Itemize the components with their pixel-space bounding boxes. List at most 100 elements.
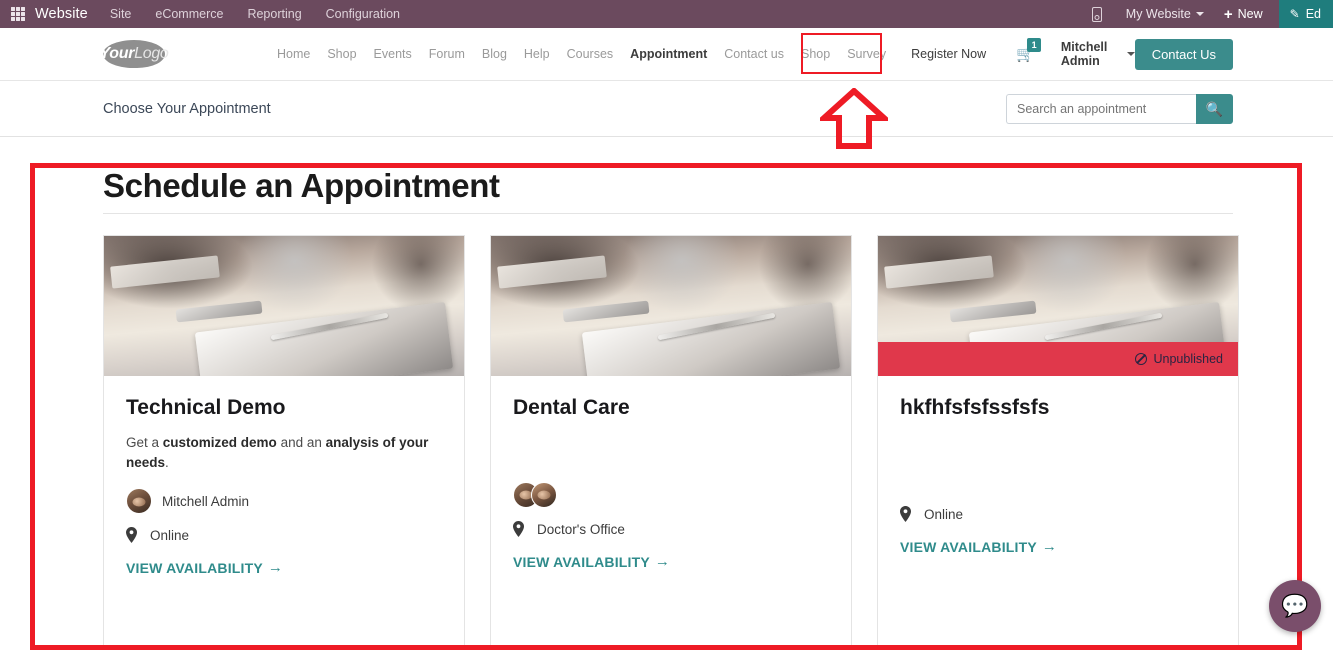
nav-item-appointment[interactable]: Appointment (630, 47, 707, 61)
appointment-search-group: 🔍 (1006, 94, 1233, 124)
nav-item-events[interactable]: Events (374, 47, 412, 61)
card-image: Unpublished (878, 236, 1238, 376)
card-description: Get a customized demo and an analysis of… (126, 433, 442, 472)
menu-configuration[interactable]: Configuration (326, 7, 400, 21)
appointment-subheader: Choose Your Appointment 🔍 (0, 82, 1333, 137)
nav-item-forum[interactable]: Forum (429, 47, 465, 61)
new-button-label: New (1237, 7, 1263, 21)
cart-button[interactable]: 🛒 1 (1016, 38, 1042, 63)
card-body: Dental Care Doctor's Office VIEW AVAILAB… (491, 376, 851, 649)
edit-button-label: Ed (1305, 7, 1321, 21)
chevron-down-icon[interactable] (1195, 12, 1204, 16)
view-availability-link[interactable]: VIEW AVAILABILITY → (126, 559, 442, 576)
nav-item-shop-2[interactable]: Shop (801, 47, 830, 61)
apps-grid-icon[interactable] (11, 7, 25, 21)
app-name[interactable]: Website (35, 6, 88, 22)
search-button[interactable]: 🔍 (1196, 94, 1233, 124)
desc-part-3: . (165, 454, 169, 470)
arrow-right-icon: → (1041, 538, 1058, 555)
card-title: Dental Care (513, 396, 630, 419)
card-location-row: Doctor's Office (513, 521, 829, 537)
cart-count-badge: 1 (1027, 38, 1042, 52)
location-pin-icon (126, 527, 137, 544)
menu-reporting[interactable]: Reporting (247, 7, 301, 21)
contact-us-button[interactable]: Contact Us (1134, 38, 1233, 70)
subheader-title: Choose Your Appointment (103, 101, 271, 117)
search-input[interactable] (1006, 94, 1196, 124)
arrow-right-icon: → (267, 559, 284, 577)
site-nav-links: Home Shop Events Forum Blog Help Courses… (277, 44, 994, 64)
nav-item-register-now-wrapper: Register Now (903, 44, 994, 64)
unpublished-banner: Unpublished (878, 342, 1238, 376)
backend-menu: Site eCommerce Reporting Configuration (110, 7, 400, 21)
desc-part-1: Get a (126, 435, 163, 450)
magnifier-icon: 🔍 (1205, 100, 1224, 117)
nav-item-help[interactable]: Help (524, 47, 550, 61)
user-name-label: Mitchell Admin (1060, 40, 1108, 68)
website-navbar: Your Logo Home Shop Events Forum Blog Hel… (0, 28, 1333, 81)
nav-item-contact-us[interactable]: Contact us (724, 47, 784, 61)
card-staff-row (513, 482, 829, 508)
appointment-card[interactable]: Dental Care Doctor's Office VIEW AVAILAB… (490, 235, 852, 650)
location-pin-icon (900, 506, 911, 522)
screenshot-root: Website Site eCommerce Reporting Configu… (0, 0, 1333, 650)
backend-bar-right: My Website + New ✎ Ed (1091, 0, 1333, 28)
user-menu[interactable]: Mitchell Admin (1061, 40, 1135, 68)
card-body: hkfhfsfsfssfsfs Online VIEW AVAILABILITY… (878, 376, 1238, 649)
location-pin-icon (513, 521, 524, 537)
edit-button[interactable]: ✎ Ed (1278, 0, 1333, 28)
plus-icon: + (1223, 5, 1233, 23)
card-location-row: Online (900, 506, 1216, 522)
pencil-icon: ✎ (1289, 7, 1300, 21)
chevron-down-icon (1126, 52, 1135, 56)
menu-site[interactable]: Site (110, 7, 132, 21)
location-label: Online (924, 506, 964, 522)
logo-text: Your Logo (99, 40, 169, 68)
desc-bold-1: customized demo (162, 435, 277, 450)
logo-text-main: Your (99, 45, 135, 62)
blocked-circle-icon (1134, 353, 1147, 365)
site-logo[interactable]: Your Logo (99, 40, 169, 68)
card-title: hkfhfsfsfssfsfs (900, 396, 1050, 419)
card-title: Technical Demo (126, 396, 286, 419)
desc-part-2: and an (276, 435, 326, 450)
avatar (126, 488, 152, 515)
card-image (104, 236, 464, 376)
staff-name: Mitchell Admin (162, 493, 250, 509)
odoo-top-bar: Website Site eCommerce Reporting Configu… (0, 0, 1333, 28)
nav-item-courses[interactable]: Courses (567, 47, 614, 61)
nav-item-blog[interactable]: Blog (482, 47, 507, 61)
card-location-row: Online (126, 527, 442, 544)
title-divider (103, 213, 1233, 214)
nav-item-home[interactable]: Home (277, 47, 310, 61)
unpublished-label: Unpublished (1153, 352, 1224, 366)
main-content: Schedule an Appointment Technical Demo G… (0, 137, 1333, 650)
view-availability-label: VIEW AVAILABILITY (126, 559, 263, 576)
nav-item-register-now[interactable]: Register Now (911, 47, 986, 61)
nav-item-survey[interactable]: Survey (847, 47, 886, 61)
website-selector-label[interactable]: My Website (1126, 7, 1191, 21)
location-label: Online (150, 527, 190, 543)
view-availability-link[interactable]: VIEW AVAILABILITY → (900, 538, 1216, 555)
appointment-card-list: Technical Demo Get a customized demo and… (103, 235, 1239, 650)
logo-text-sub: Logo (134, 45, 169, 62)
location-label: Doctor's Office (537, 521, 625, 537)
card-body: Technical Demo Get a customized demo and… (104, 376, 464, 649)
arrow-right-icon: → (654, 553, 671, 570)
page-title: Schedule an Appointment (103, 167, 500, 204)
card-image (491, 236, 851, 376)
mobile-preview-icon[interactable] (1091, 6, 1102, 22)
appointment-card[interactable]: Technical Demo Get a customized demo and… (103, 235, 465, 650)
nav-item-shop[interactable]: Shop (327, 47, 356, 61)
avatar-stack (513, 482, 557, 508)
view-availability-label: VIEW AVAILABILITY (900, 538, 1037, 555)
view-availability-link[interactable]: VIEW AVAILABILITY → (513, 553, 829, 570)
avatar (531, 482, 557, 508)
red-up-arrow-annotation (820, 88, 888, 149)
appointment-card[interactable]: Unpublished hkfhfsfsfssfsfs Online VIEW … (877, 235, 1239, 650)
menu-ecommerce[interactable]: eCommerce (155, 7, 223, 21)
chat-bubble-icon: 💬 (1281, 593, 1309, 618)
view-availability-label: VIEW AVAILABILITY (513, 553, 650, 570)
livechat-button[interactable]: 💬 (1269, 580, 1321, 632)
new-button[interactable]: + New (1224, 7, 1263, 22)
